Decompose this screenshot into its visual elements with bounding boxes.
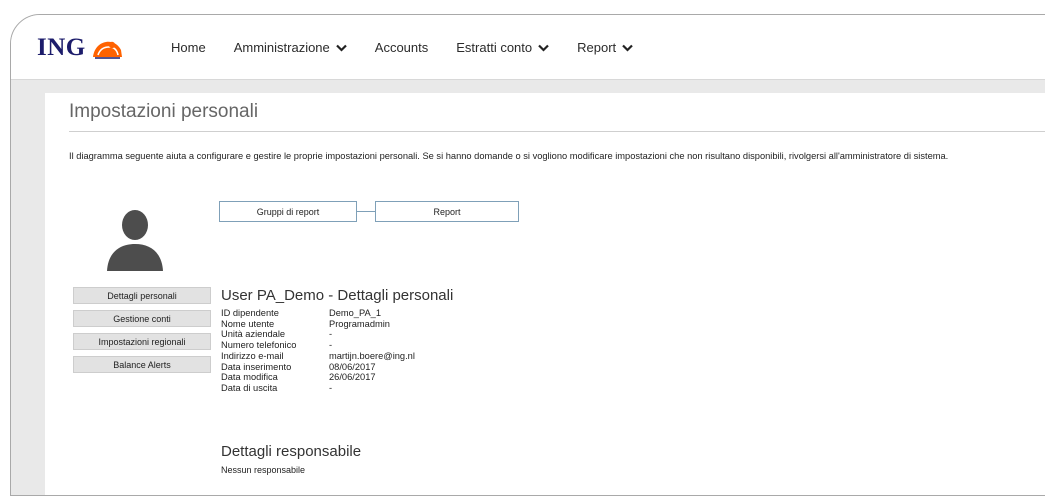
detail-row: Data di uscita - bbox=[221, 383, 453, 394]
detail-label: Data di uscita bbox=[221, 382, 278, 393]
report-button[interactable]: Report bbox=[375, 201, 519, 222]
detail-value: 08/06/2017 bbox=[329, 361, 376, 372]
detail-label: Indirizzo e-mail bbox=[221, 350, 284, 361]
nav-home[interactable]: Home bbox=[171, 40, 206, 55]
nav-report[interactable]: Report bbox=[577, 40, 633, 55]
nav-accounts[interactable]: Accounts bbox=[375, 40, 428, 55]
detail-label: Data inserimento bbox=[221, 361, 292, 372]
detail-row: ID dipendente Demo_PA_1 bbox=[221, 308, 453, 319]
detail-label: Data modifica bbox=[221, 372, 278, 383]
sidebar-item-dettagli-personali[interactable]: Dettagli personali bbox=[73, 287, 211, 304]
detail-value: Programadmin bbox=[329, 318, 390, 329]
gruppi-di-report-button[interactable]: Gruppi di report bbox=[219, 201, 357, 222]
responsible-title: Dettagli responsabile bbox=[221, 443, 362, 460]
app-window: ING Home Amministrazione Accounts Estrat… bbox=[10, 14, 1045, 496]
chevron-down-icon bbox=[538, 44, 549, 52]
side-menu: Dettagli personali Gestione conti Impost… bbox=[73, 287, 211, 379]
detail-row: Nome utente Programadmin bbox=[221, 319, 453, 330]
ing-logo[interactable]: ING bbox=[37, 34, 124, 62]
detail-value: Demo_PA_1 bbox=[329, 308, 382, 318]
sidebar-item-balance-alerts[interactable]: Balance Alerts bbox=[73, 356, 211, 373]
sidebar-item-gestione-conti[interactable]: Gestione conti bbox=[73, 310, 211, 327]
top-navbar: ING Home Amministrazione Accounts Estrat… bbox=[11, 15, 1045, 80]
detail-label: Nome utente bbox=[221, 318, 275, 329]
detail-value: 26/06/2017 bbox=[329, 372, 376, 383]
chevron-down-icon bbox=[622, 44, 633, 52]
detail-row: Unità aziendale - bbox=[221, 329, 453, 340]
detail-value: martijn.boere@ing.nl bbox=[329, 350, 415, 361]
chevron-down-icon bbox=[336, 44, 347, 52]
detail-row: Indirizzo e-mail martijn.boere@ing.nl bbox=[221, 351, 453, 362]
content-panel: Impostazioni personali Il diagramma segu… bbox=[45, 93, 1045, 495]
details-title: User PA_Demo - Dettagli personali bbox=[221, 287, 454, 304]
detail-label: Numero telefonico bbox=[221, 340, 297, 351]
user-avatar-icon bbox=[107, 210, 163, 271]
detail-row: Numero telefonico - bbox=[221, 340, 453, 351]
detail-label: Unità aziendale bbox=[221, 329, 286, 340]
nav-amministrazione[interactable]: Amministrazione bbox=[234, 40, 347, 55]
detail-value: - bbox=[329, 340, 333, 351]
page-title: Impostazioni personali bbox=[69, 101, 259, 122]
responsible-text: Nessun responsabile bbox=[221, 465, 306, 475]
title-divider bbox=[69, 131, 1045, 132]
sidebar-item-impostazioni-regionali[interactable]: Impostazioni regionali bbox=[73, 333, 211, 350]
detail-label: ID dipendente bbox=[221, 308, 279, 318]
detail-value: - bbox=[329, 382, 333, 393]
nav-estratti-conto[interactable]: Estratti conto bbox=[456, 40, 549, 55]
lion-icon bbox=[92, 41, 122, 59]
personal-details: User PA_Demo - Dettagli personali ID dip… bbox=[221, 287, 453, 394]
logo-text: ING bbox=[37, 34, 86, 61]
detail-row: Data modifica 26/06/2017 bbox=[221, 372, 453, 383]
detail-value: - bbox=[329, 329, 333, 340]
main-nav: Home Amministrazione Accounts Estratti c… bbox=[171, 40, 661, 55]
flow-connector bbox=[357, 211, 375, 212]
detail-row: Data inserimento 08/06/2017 bbox=[221, 362, 453, 373]
intro-text: Il diagramma seguente aiuta a configurar… bbox=[69, 151, 949, 161]
